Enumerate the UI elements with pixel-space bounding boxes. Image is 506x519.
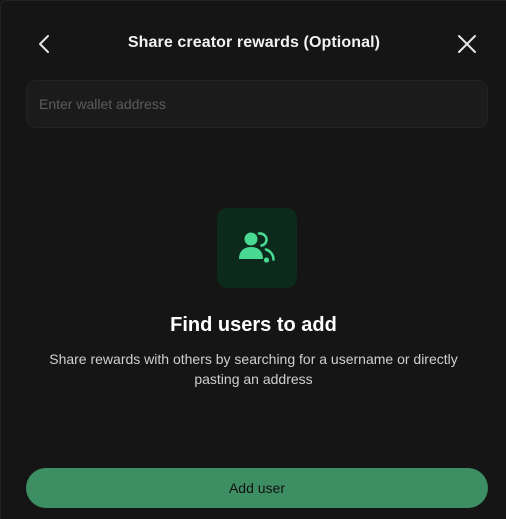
close-button[interactable]	[453, 30, 481, 58]
users-add-icon-tile	[217, 208, 297, 288]
add-user-button[interactable]: Add user	[26, 468, 488, 508]
modal-title: Share creator rewards (Optional)	[127, 34, 381, 51]
wallet-address-field	[26, 80, 488, 128]
empty-state-title: Find users to add	[170, 314, 337, 336]
users-add-icon	[239, 232, 275, 263]
close-icon	[458, 35, 476, 53]
modal-header: Share creator rewards (Optional)	[1, 1, 506, 87]
empty-state-description: Share rewards with others by searching f…	[49, 351, 458, 387]
wallet-address-input[interactable]	[27, 81, 487, 127]
share-rewards-modal: Share creator rewards (Optional) Find us…	[0, 0, 506, 519]
